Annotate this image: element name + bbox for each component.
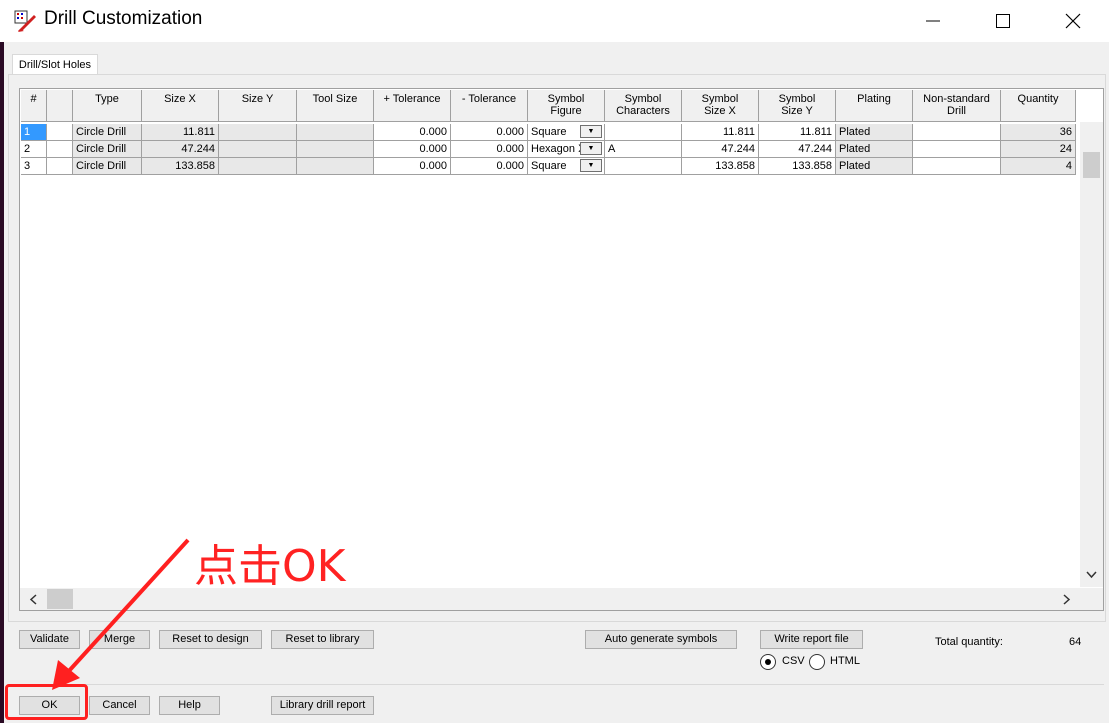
annotation-highlight-box	[5, 684, 88, 720]
annotation-arrow-icon	[52, 538, 190, 690]
